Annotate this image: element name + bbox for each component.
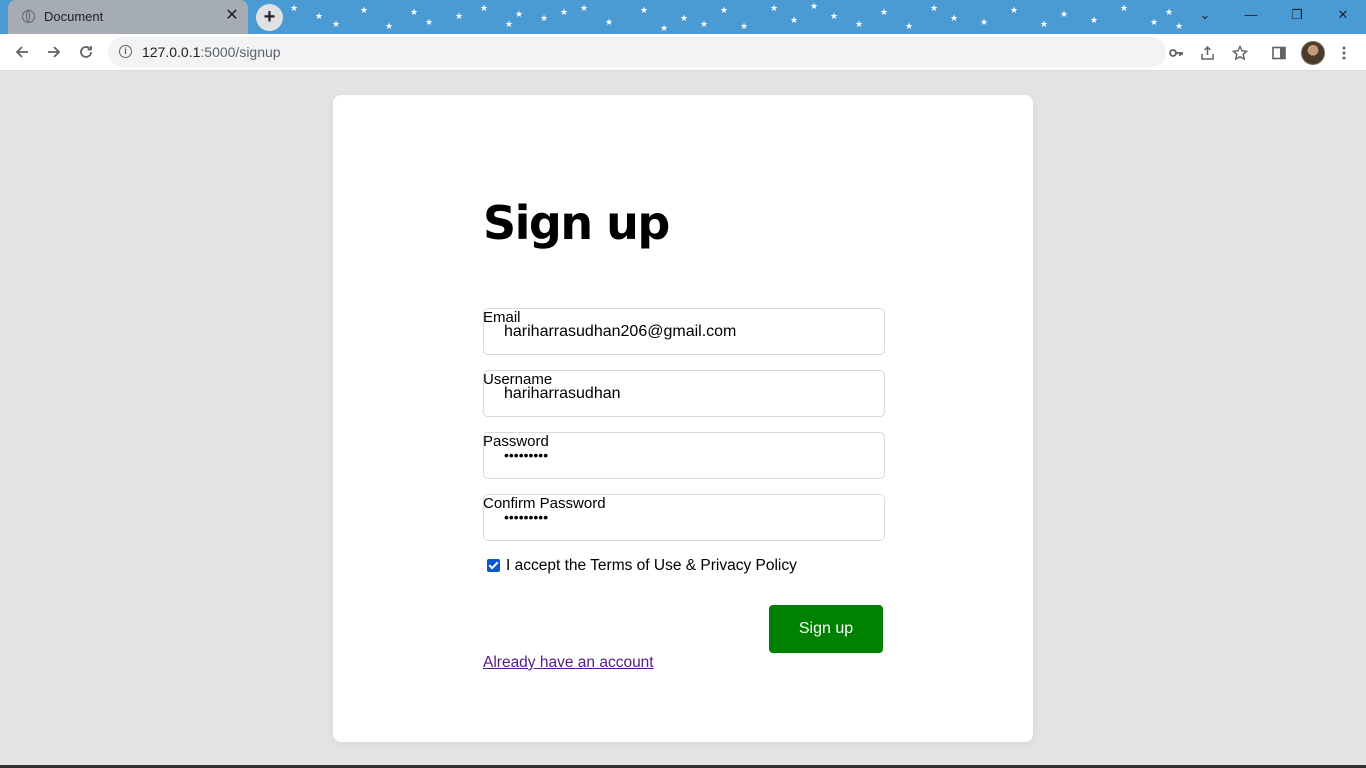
star-decoration: ★ xyxy=(315,11,324,21)
reload-icon xyxy=(80,46,92,58)
star-decoration: ★ xyxy=(640,5,649,15)
arrow-left-icon xyxy=(15,46,28,58)
url-path: :5000/signup xyxy=(200,44,281,60)
star-decoration: ★ xyxy=(905,21,914,31)
restore-button[interactable]: ❐ xyxy=(1274,0,1320,30)
star-decoration: ★ xyxy=(1165,7,1174,17)
browser-tab[interactable]: Document ✕ xyxy=(8,0,248,34)
star-decoration: ★ xyxy=(480,3,489,13)
star-decoration: ★ xyxy=(540,13,549,23)
username-field[interactable]: Username xyxy=(483,370,885,417)
star-decoration: ★ xyxy=(385,21,394,31)
profile-avatar[interactable] xyxy=(1301,41,1325,65)
star-decoration: ★ xyxy=(605,17,614,27)
star-decoration: ★ xyxy=(790,15,799,25)
reload-button[interactable] xyxy=(73,39,99,65)
confirm-password-input[interactable] xyxy=(504,509,864,525)
url-host: 127.0.0.1 xyxy=(142,44,201,60)
star-decoration: ★ xyxy=(770,3,779,13)
star-decoration: ★ xyxy=(880,7,889,17)
confirm-password-field[interactable]: Confirm Password xyxy=(483,494,885,541)
login-link[interactable]: Already have an account xyxy=(483,654,654,672)
side-panel-icon[interactable] xyxy=(1267,41,1291,65)
star-decoration: ★ xyxy=(1120,3,1129,13)
star-decoration: ★ xyxy=(660,23,669,33)
star-decoration: ★ xyxy=(455,11,464,21)
sign-up-button[interactable]: Sign up xyxy=(769,605,883,653)
star-decoration: ★ xyxy=(1090,15,1099,25)
star-decoration: ★ xyxy=(425,17,434,27)
star-decoration: ★ xyxy=(930,3,939,13)
browser-title-bar: ★ ★ ★ ★ ★ ★ ★ ★ ★ ★ ★ ★ ★ ★ ★ ★ ★ ★ ★ ★ ★ ★ ★ ★ ★ ★ ★ ★ ★ ★ ★ ★ ★ ★ ★ ★ ★ ★ ★ … xyxy=(0,0,1366,34)
tab-title: Document xyxy=(44,9,104,24)
kebab-menu-icon[interactable] xyxy=(1332,41,1356,65)
star-decoration: ★ xyxy=(1040,19,1049,29)
email-field[interactable]: Email xyxy=(483,308,885,355)
username-input[interactable] xyxy=(504,385,864,403)
minimize-button[interactable]: — xyxy=(1228,0,1274,30)
star-decoration: ★ xyxy=(1010,5,1019,15)
forward-button[interactable] xyxy=(41,39,67,65)
star-decoration: ★ xyxy=(1060,9,1069,19)
password-field[interactable]: Password xyxy=(483,432,885,479)
star-decoration: ★ xyxy=(855,19,864,29)
star-decoration: ★ xyxy=(410,7,419,17)
star-decoration: ★ xyxy=(290,3,299,13)
star-decoration: ★ xyxy=(332,19,341,29)
globe-icon xyxy=(22,10,35,23)
address-bar[interactable]: i 127.0.0.1:5000/signup xyxy=(108,37,1362,67)
star-decoration: ★ xyxy=(950,13,959,23)
star-decoration: ★ xyxy=(740,21,749,31)
star-decoration: ★ xyxy=(505,19,514,29)
star-decoration: ★ xyxy=(580,3,589,13)
terms-checkbox[interactable] xyxy=(487,559,500,572)
star-decoration: ★ xyxy=(515,9,524,19)
star-decoration: ★ xyxy=(830,11,839,21)
share-icon[interactable] xyxy=(1196,41,1220,65)
url-text[interactable]: 127.0.0.1:5000/signup xyxy=(142,44,281,60)
close-window-button[interactable]: ✕ xyxy=(1320,0,1366,30)
tab-search-button[interactable]: ⌄ xyxy=(1182,0,1228,30)
password-input[interactable] xyxy=(504,447,864,463)
page-title: Sign up xyxy=(483,196,670,250)
info-icon[interactable]: i xyxy=(119,45,132,58)
star-decoration: ★ xyxy=(560,7,569,17)
signup-card: Sign up Email Username Password Confirm … xyxy=(333,95,1033,742)
star-decoration: ★ xyxy=(680,13,689,23)
star-decoration: ★ xyxy=(700,19,709,29)
back-button[interactable] xyxy=(9,39,35,65)
key-icon[interactable] xyxy=(1164,41,1188,65)
star-decoration: ★ xyxy=(360,5,369,15)
star-decoration: ★ xyxy=(810,1,819,11)
email-input[interactable] xyxy=(504,323,864,341)
star-decoration: ★ xyxy=(1150,17,1159,27)
browser-toolbar: i 127.0.0.1:5000/signup xyxy=(0,34,1366,71)
star-decoration: ★ xyxy=(720,5,729,15)
tab-close-icon[interactable]: ✕ xyxy=(222,6,242,26)
terms-label[interactable]: I accept the Terms of Use & Privacy Poli… xyxy=(506,557,797,575)
star-icon[interactable] xyxy=(1228,41,1252,65)
arrow-right-icon xyxy=(48,46,61,58)
new-tab-button[interactable]: + xyxy=(256,4,283,31)
star-decoration: ★ xyxy=(980,17,989,27)
